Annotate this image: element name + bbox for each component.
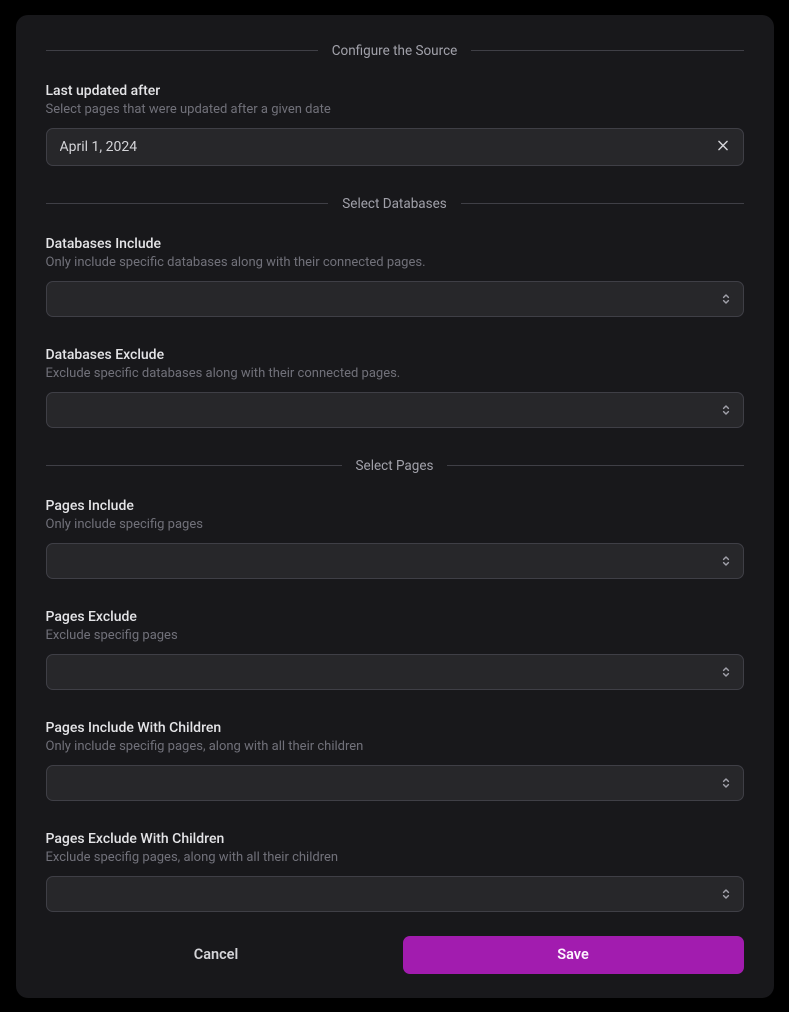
field-pages-exclude-children: Pages Exclude With Children Exclude spec… xyxy=(46,831,744,912)
close-icon xyxy=(716,138,730,155)
input-wrap xyxy=(46,543,744,579)
section-label-configure: Configure the Source xyxy=(318,43,472,59)
section-divider-databases: Select Databases xyxy=(46,196,744,212)
divider-line xyxy=(46,465,342,466)
field-title: Pages Exclude xyxy=(46,609,744,625)
field-title: Pages Include With Children xyxy=(46,720,744,736)
save-button[interactable]: Save xyxy=(403,936,744,974)
section-divider-configure: Configure the Source xyxy=(46,43,744,59)
modal-footer: Cancel Save xyxy=(46,936,744,974)
pages-exclude-select[interactable] xyxy=(46,654,744,690)
field-desc: Only include specific databases along wi… xyxy=(46,255,744,270)
field-desc: Select pages that were updated after a g… xyxy=(46,102,744,117)
field-last-updated: Last updated after Select pages that wer… xyxy=(46,83,744,166)
field-pages-include: Pages Include Only include specifig page… xyxy=(46,498,744,579)
input-wrap xyxy=(46,281,744,317)
databases-include-select[interactable] xyxy=(46,281,744,317)
field-desc: Only include specifig pages xyxy=(46,517,744,532)
field-databases-include: Databases Include Only include specific … xyxy=(46,236,744,317)
section-divider-pages: Select Pages xyxy=(46,458,744,474)
field-title: Last updated after xyxy=(46,83,744,99)
input-wrap xyxy=(46,392,744,428)
field-desc: Only include specifig pages, along with … xyxy=(46,739,744,754)
divider-line xyxy=(471,50,743,51)
divider-line xyxy=(461,203,744,204)
input-wrap xyxy=(46,128,744,166)
field-title: Pages Exclude With Children xyxy=(46,831,744,847)
field-pages-exclude: Pages Exclude Exclude specifig pages xyxy=(46,609,744,690)
field-pages-include-children: Pages Include With Children Only include… xyxy=(46,720,744,801)
section-label-pages: Select Pages xyxy=(342,458,448,474)
pages-exclude-children-select[interactable] xyxy=(46,876,744,912)
pages-include-select[interactable] xyxy=(46,543,744,579)
field-title: Databases Exclude xyxy=(46,347,744,363)
field-title: Databases Include xyxy=(46,236,744,252)
databases-exclude-select[interactable] xyxy=(46,392,744,428)
cancel-button[interactable]: Cancel xyxy=(46,936,387,974)
field-desc: Exclude specifig pages, along with all t… xyxy=(46,850,744,865)
field-desc: Exclude specific databases along with th… xyxy=(46,366,744,381)
section-label-databases: Select Databases xyxy=(328,196,460,212)
last-updated-input[interactable] xyxy=(46,128,744,166)
field-desc: Exclude specifig pages xyxy=(46,628,744,643)
divider-line xyxy=(46,50,318,51)
divider-line xyxy=(46,203,329,204)
field-databases-exclude: Databases Exclude Exclude specific datab… xyxy=(46,347,744,428)
source-configure-modal: Configure the Source Last updated after … xyxy=(16,15,774,998)
input-wrap xyxy=(46,654,744,690)
clear-date-button[interactable] xyxy=(712,134,734,159)
pages-include-children-select[interactable] xyxy=(46,765,744,801)
divider-line xyxy=(447,465,743,466)
input-wrap xyxy=(46,765,744,801)
field-title: Pages Include xyxy=(46,498,744,514)
input-wrap xyxy=(46,876,744,912)
